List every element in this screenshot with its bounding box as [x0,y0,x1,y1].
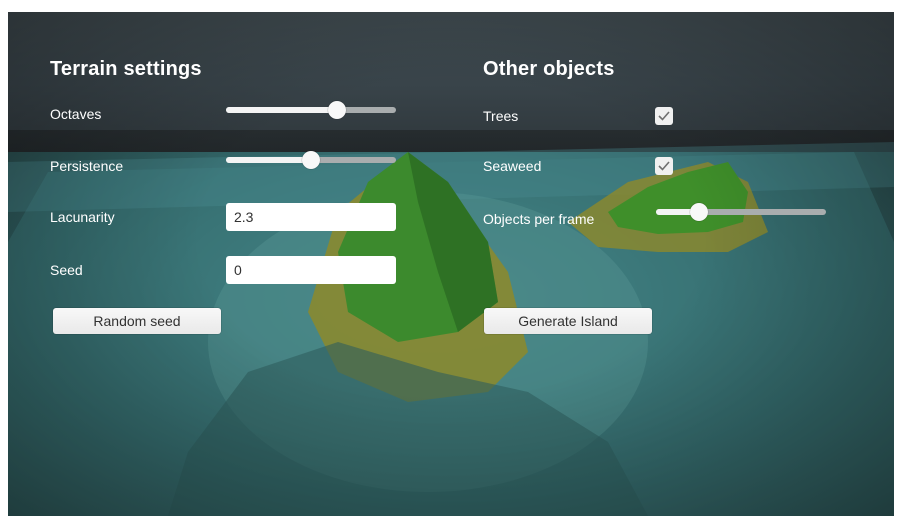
objects-per-frame-slider[interactable] [656,203,826,221]
seed-input[interactable]: 0 [226,256,396,284]
random-seed-button[interactable]: Random seed [53,308,221,334]
checkmark-icon [658,161,670,171]
seed-label: Seed [50,262,83,278]
slider-thumb[interactable] [689,203,708,221]
seaweed-label: Seaweed [483,158,542,174]
persistence-label: Persistence [50,158,124,174]
persistence-slider[interactable] [226,151,396,169]
slider-fill [226,157,311,163]
lacunarity-input[interactable]: 2.3 [226,203,396,231]
seaweed-checkbox[interactable] [655,157,673,175]
slider-thumb[interactable] [302,151,320,169]
generate-island-button[interactable]: Generate Island [484,308,652,334]
trees-checkbox[interactable] [655,107,673,125]
lacunarity-label: Lacunarity [50,209,115,225]
octaves-label: Octaves [50,106,102,122]
slider-thumb[interactable] [327,101,346,119]
game-viewport: Terrain settings Octaves Persistence Lac… [8,12,894,516]
trees-label: Trees [483,108,519,124]
terrain-settings-heading: Terrain settings [50,58,202,80]
octaves-slider[interactable] [226,101,396,119]
objects-per-frame-label: Objects per frame [483,211,595,227]
settings-overlay: Terrain settings Octaves Persistence Lac… [8,12,894,516]
slider-fill [226,107,337,113]
checkmark-icon [658,111,670,121]
other-objects-heading: Other objects [483,58,615,80]
